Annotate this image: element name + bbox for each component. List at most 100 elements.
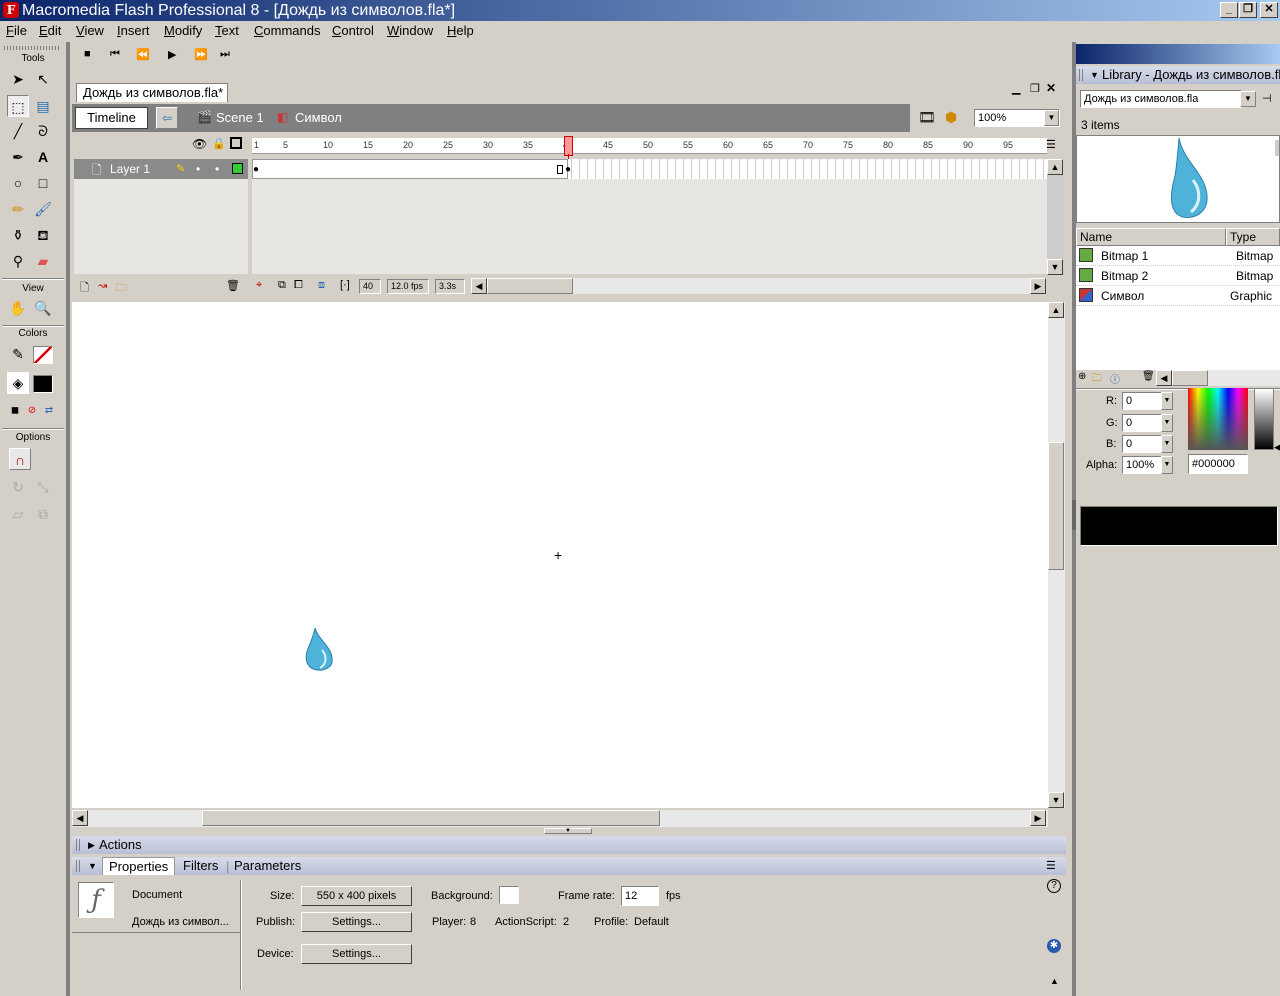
- frame-ruler[interactable]: 1 5 10 15 20 25 30 35 40 45 50 55 60 65 …: [252, 138, 1047, 154]
- eraser-tool-icon[interactable]: ▰: [32, 250, 54, 272]
- menu-help[interactable]: Help: [447, 23, 474, 38]
- library-row[interactable]: Bitmap 2 Bitmap: [1076, 266, 1280, 286]
- fill-color-icon[interactable]: ◈: [7, 372, 29, 394]
- green-input[interactable]: 0: [1122, 414, 1162, 432]
- go-to-end-icon[interactable]: ⏭: [220, 48, 230, 61]
- keyframe-dot[interactable]: ●: [565, 164, 571, 175]
- stage-hscroll-thumb[interactable]: [202, 810, 660, 826]
- breadcrumb-symbol[interactable]: Символ: [295, 110, 342, 125]
- menu-insert[interactable]: Insert: [117, 23, 150, 38]
- library-document-select[interactable]: Дождь из символов.fla: [1080, 90, 1242, 108]
- snap-to-objects-icon[interactable]: ∩: [9, 448, 31, 470]
- menu-control[interactable]: Control: [332, 23, 374, 38]
- timeline-options-icon[interactable]: ☰: [1046, 138, 1056, 151]
- blue-input[interactable]: 0: [1122, 435, 1162, 453]
- panel-expand-icon[interactable]: ▲: [1050, 976, 1059, 986]
- menu-file[interactable]: File: [6, 23, 27, 38]
- zoom-dropdown-arrow-icon[interactable]: ▼: [1044, 110, 1059, 126]
- actions-drag-handle[interactable]: [76, 839, 80, 851]
- properties-icon[interactable]: ⓘ: [1110, 371, 1120, 386]
- delete-layer-icon[interactable]: 🗑: [226, 279, 240, 292]
- timeline-scroll-down-icon[interactable]: ▼: [1047, 259, 1063, 275]
- back-arrow-icon[interactable]: ⇦: [156, 107, 178, 129]
- layer-visible-dot[interactable]: •: [196, 162, 200, 176]
- stage-canvas[interactable]: +: [72, 302, 1048, 808]
- library-row[interactable]: Символ Graphic: [1076, 286, 1280, 306]
- add-motion-guide-icon[interactable]: ↝: [98, 279, 107, 292]
- add-layer-folder-icon[interactable]: 🗀: [116, 279, 127, 298]
- library-dropdown-arrow-icon[interactable]: ▼: [1240, 91, 1256, 107]
- gradient-transform-tool-icon[interactable]: ▤: [32, 95, 54, 117]
- step-back-icon[interactable]: ⏪: [136, 48, 150, 61]
- timeline-hscroll-thumb[interactable]: [487, 278, 573, 294]
- menu-modify[interactable]: Modify: [164, 23, 202, 38]
- close-button[interactable]: ✕: [1260, 2, 1278, 18]
- size-button[interactable]: 550 x 400 pixels: [301, 886, 412, 906]
- brightness-pointer-icon[interactable]: ◀: [1274, 442, 1280, 453]
- alpha-input[interactable]: 100%: [1122, 456, 1162, 474]
- swap-colors-icon[interactable]: ⇄: [38, 400, 60, 422]
- text-tool-icon[interactable]: A: [32, 146, 54, 168]
- menu-text[interactable]: Text: [215, 23, 239, 38]
- expand-arrow-icon[interactable]: ▶: [88, 836, 95, 854]
- zoom-tool-icon[interactable]: 🔍: [32, 297, 54, 319]
- menu-view[interactable]: View: [76, 23, 104, 38]
- onion-outlines-icon[interactable]: ⧠: [294, 279, 303, 292]
- selection-tool-icon[interactable]: ➤: [7, 68, 29, 90]
- hand-tool-icon[interactable]: ✋: [7, 297, 29, 319]
- lasso-tool-icon[interactable]: ᘐ: [32, 120, 54, 142]
- new-folder-icon[interactable]: 🗀: [1092, 371, 1102, 388]
- timeline-scroll-up-icon[interactable]: ▲: [1047, 159, 1063, 175]
- timeline-vscroll-track[interactable]: [1047, 175, 1064, 259]
- preview-scroll-icon[interactable]: [1275, 140, 1279, 156]
- menu-window[interactable]: Window: [387, 23, 433, 38]
- stage-scroll-left-icon[interactable]: ◀: [72, 810, 88, 826]
- tab-properties[interactable]: Properties: [102, 857, 176, 875]
- lock-icon[interactable]: 🔒: [212, 137, 226, 150]
- stage-vscroll[interactable]: ▲ ▼: [1048, 302, 1065, 808]
- pen-tool-icon[interactable]: ✒: [7, 146, 29, 168]
- brush-tool-icon[interactable]: 🖌: [32, 198, 54, 220]
- collapse-arrow-icon[interactable]: ▼: [88, 857, 97, 875]
- oval-tool-icon[interactable]: ○: [7, 172, 29, 194]
- paint-bucket-tool-icon[interactable]: ⛾: [32, 224, 54, 246]
- library-drag-handle[interactable]: [1079, 69, 1083, 81]
- tab-parameters[interactable]: Parameters: [234, 857, 301, 875]
- library-hscroll-thumb[interactable]: [1172, 370, 1208, 386]
- stage-vscroll-thumb[interactable]: [1048, 442, 1064, 570]
- layer-name[interactable]: Layer 1: [110, 162, 150, 176]
- eye-icon[interactable]: 👁: [192, 137, 207, 151]
- library-collapse-arrow-icon[interactable]: ▼: [1090, 66, 1099, 84]
- add-layer-icon[interactable]: 🗋: [80, 279, 89, 298]
- timeline-scroll-left-icon[interactable]: ◀: [471, 278, 487, 294]
- menu-commands[interactable]: Commands: [254, 23, 320, 38]
- doc-minimize-icon[interactable]: ▁: [1012, 82, 1020, 95]
- raindrop-symbol[interactable]: [304, 626, 342, 674]
- doc-close-icon[interactable]: ✕: [1046, 81, 1056, 95]
- edit-scene-icon[interactable]: 🎞: [918, 109, 936, 126]
- breadcrumb-scene[interactable]: Scene 1: [216, 110, 264, 125]
- library-panel-header[interactable]: ▼ Library - Дождь из символов.fla: [1076, 66, 1280, 84]
- brightness-slider[interactable]: [1254, 388, 1274, 450]
- tools-drag-handle[interactable]: [4, 46, 60, 50]
- tab-filters[interactable]: Filters: [183, 857, 218, 875]
- red-input[interactable]: 0: [1122, 392, 1162, 410]
- panel-splitter-grip[interactable]: [1072, 500, 1076, 530]
- timeline-scroll-right-icon[interactable]: ▶: [1030, 278, 1046, 294]
- blue-dropdown-icon[interactable]: ▼: [1161, 435, 1173, 453]
- document-tab[interactable]: Дождь из символов.fla*: [76, 83, 228, 102]
- stage-scroll-right-icon[interactable]: ▶: [1030, 810, 1046, 826]
- modify-onion-markers-icon[interactable]: [·]: [340, 279, 350, 291]
- center-frame-icon[interactable]: ⌖: [256, 279, 262, 292]
- properties-options-icon[interactable]: ☰: [1046, 857, 1056, 875]
- step-forward-icon[interactable]: ⏩: [194, 48, 208, 61]
- color-spectrum[interactable]: [1188, 388, 1248, 450]
- actions-panel-header[interactable]: ▶ Actions: [72, 836, 1066, 854]
- red-dropdown-icon[interactable]: ▼: [1161, 392, 1173, 410]
- library-hscroll-track[interactable]: [1208, 370, 1280, 386]
- pin-icon[interactable]: ⊣: [1262, 92, 1272, 105]
- restore-button[interactable]: ❐: [1239, 2, 1257, 18]
- edit-symbols-icon[interactable]: ⬢: [945, 109, 957, 126]
- stage-scroll-down-icon[interactable]: ▼: [1048, 792, 1064, 808]
- panel-collapse-arrow-icon[interactable]: ▼: [544, 828, 592, 834]
